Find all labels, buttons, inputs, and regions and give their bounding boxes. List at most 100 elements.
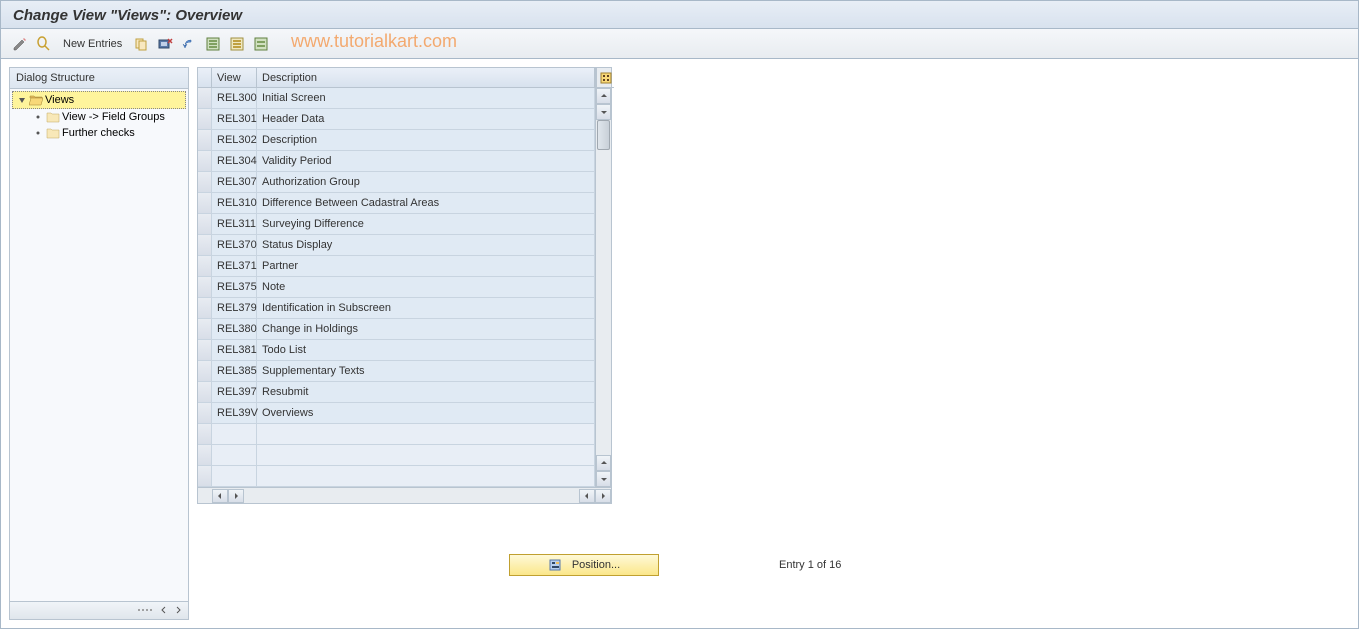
cell-description[interactable] (257, 445, 595, 465)
cell-description[interactable]: Change in Holdings (257, 319, 595, 339)
cell-description[interactable]: Overviews (257, 403, 595, 423)
table-row: REL375Note (198, 277, 595, 298)
entry-count-text: Entry 1 of 16 (779, 559, 841, 571)
position-button[interactable]: Position... (509, 554, 659, 576)
position-icon (548, 557, 564, 573)
column-header-view[interactable]: View (212, 68, 257, 87)
delete-icon[interactable] (156, 35, 174, 53)
sidebar-scroll-right-icon[interactable] (174, 606, 184, 616)
row-selector[interactable] (198, 424, 212, 444)
scroll-up-button[interactable] (596, 88, 611, 104)
row-selector[interactable] (198, 88, 212, 108)
row-selector[interactable] (198, 361, 212, 381)
cell-description[interactable]: Identification in Subscreen (257, 298, 595, 318)
table-row: REL371Partner (198, 256, 595, 277)
sidebar: Dialog Structure ViewsView -> Field Grou… (9, 67, 189, 620)
cell-view[interactable]: REL300 (212, 88, 257, 108)
cell-description[interactable]: Partner (257, 256, 595, 276)
hscroll-right-button-right[interactable] (595, 489, 611, 503)
cell-description[interactable]: Authorization Group (257, 172, 595, 192)
cell-description[interactable]: Header Data (257, 109, 595, 129)
table-area: View Description REL300Initial ScreenREL… (197, 67, 1350, 620)
select-all-column[interactable] (198, 68, 212, 87)
row-selector[interactable] (198, 256, 212, 276)
cell-view[interactable]: REL302 (212, 130, 257, 150)
cell-view[interactable]: REL301 (212, 109, 257, 129)
row-selector[interactable] (198, 403, 212, 423)
row-selector[interactable] (198, 109, 212, 129)
cell-view[interactable]: REL310 (212, 193, 257, 213)
cell-view[interactable]: REL397 (212, 382, 257, 402)
copy-icon[interactable] (132, 35, 150, 53)
row-selector[interactable] (198, 340, 212, 360)
find-icon[interactable] (35, 35, 53, 53)
tree-expand-icon[interactable] (17, 95, 27, 105)
cell-view[interactable]: REL375 (212, 277, 257, 297)
cell-description[interactable]: Initial Screen (257, 88, 595, 108)
cell-description[interactable] (257, 466, 595, 486)
cell-description[interactable]: Status Display (257, 235, 595, 255)
tree-node-2[interactable]: Further checks (30, 125, 186, 141)
cell-description[interactable]: Supplementary Texts (257, 361, 595, 381)
sidebar-scroll-left-icon[interactable] (160, 606, 170, 616)
scroll-thumb[interactable] (597, 120, 610, 150)
cell-description[interactable]: Description (257, 130, 595, 150)
cell-view[interactable]: REL380 (212, 319, 257, 339)
row-selector[interactable] (198, 277, 212, 297)
toggle-display-icon[interactable] (11, 35, 29, 53)
cell-description[interactable]: Resubmit (257, 382, 595, 402)
cell-view[interactable]: REL379 (212, 298, 257, 318)
table-settings-icon[interactable] (596, 68, 614, 88)
hscroll-left-button-right[interactable] (579, 489, 595, 503)
cell-view[interactable]: REL370 (212, 235, 257, 255)
row-selector[interactable] (198, 130, 212, 150)
new-entries-button[interactable]: New Entries (59, 38, 126, 50)
row-selector[interactable] (198, 151, 212, 171)
cell-view[interactable] (212, 445, 257, 465)
row-selector[interactable] (198, 235, 212, 255)
hscroll-left-button[interactable] (212, 489, 228, 503)
row-selector[interactable] (198, 193, 212, 213)
cell-view[interactable]: REL385 (212, 361, 257, 381)
column-header-description[interactable]: Description (257, 68, 595, 87)
row-selector[interactable] (198, 382, 212, 402)
cell-description[interactable]: Note (257, 277, 595, 297)
tree-node-0[interactable]: Views (12, 91, 186, 109)
cell-description[interactable] (257, 424, 595, 444)
row-selector[interactable] (198, 445, 212, 465)
table-row: REL304Validity Period (198, 151, 595, 172)
cell-view[interactable]: REL371 (212, 256, 257, 276)
toolbar: New Entries www.tutorialkart.com (1, 29, 1358, 59)
select-block-icon[interactable] (228, 35, 246, 53)
hscroll-right-button[interactable] (228, 489, 244, 503)
row-selector[interactable] (198, 466, 212, 486)
scroll-up-button-bottom[interactable] (596, 455, 611, 471)
cell-description[interactable]: Validity Period (257, 151, 595, 171)
cell-view[interactable] (212, 466, 257, 486)
row-selector[interactable] (198, 319, 212, 339)
cell-description[interactable]: Difference Between Cadastral Areas (257, 193, 595, 213)
cell-view[interactable]: REL304 (212, 151, 257, 171)
tree-node-1[interactable]: View -> Field Groups (30, 109, 186, 125)
scroll-track[interactable] (596, 120, 611, 455)
sidebar-drag-handle[interactable] (136, 607, 156, 615)
vertical-scrollbar (595, 68, 611, 487)
cell-view[interactable]: REL311 (212, 214, 257, 234)
undo-icon[interactable] (180, 35, 198, 53)
cell-view[interactable]: REL381 (212, 340, 257, 360)
horizontal-scrollbar (198, 487, 611, 503)
scroll-down-button-bottom[interactable] (596, 471, 611, 487)
cell-description[interactable]: Surveying Difference (257, 214, 595, 234)
row-selector[interactable] (198, 298, 212, 318)
row-selector[interactable] (198, 172, 212, 192)
table-row-empty (198, 445, 595, 466)
cell-view[interactable]: REL307 (212, 172, 257, 192)
cell-view[interactable] (212, 424, 257, 444)
cell-description[interactable]: Todo List (257, 340, 595, 360)
select-all-icon[interactable] (204, 35, 222, 53)
row-selector[interactable] (198, 214, 212, 234)
cell-view[interactable]: REL39V (212, 403, 257, 423)
scroll-down-button[interactable] (596, 104, 611, 120)
tree-node-label: Further checks (62, 127, 135, 139)
deselect-all-icon[interactable] (252, 35, 270, 53)
